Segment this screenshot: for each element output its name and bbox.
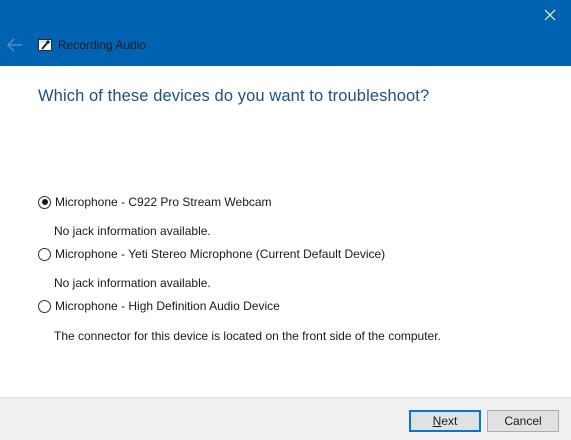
next-button-accesskey: N (432, 414, 442, 428)
troubleshooter-window: Recording Audio Which of these devices d… (0, 0, 571, 440)
window-title: Recording Audio (58, 38, 147, 52)
device-option-label: Microphone - Yeti Stereo Microphone (Cur… (55, 247, 386, 261)
device-option-description: No jack information available. (54, 276, 211, 290)
device-option-label: Microphone - High Definition Audio Devic… (55, 299, 280, 313)
close-icon (544, 9, 556, 21)
troubleshooter-app-icon (38, 37, 52, 53)
button-bar (0, 397, 571, 440)
back-arrow-icon (7, 38, 22, 52)
device-option-yeti[interactable]: Microphone - Yeti Stereo Microphone (Cur… (38, 246, 385, 262)
device-option-c922[interactable]: Microphone - C922 Pro Stream Webcam (38, 194, 272, 210)
radio-button-c922[interactable] (38, 195, 51, 209)
radio-button-yeti[interactable] (38, 247, 51, 261)
device-option-hd-audio[interactable]: Microphone - High Definition Audio Devic… (38, 298, 280, 314)
close-button[interactable] (533, 2, 567, 28)
next-button-label: ext (441, 414, 458, 428)
radio-button-hd-audio[interactable] (38, 299, 51, 313)
next-button[interactable]: Next (409, 410, 481, 432)
title-bar: Recording Audio (0, 0, 571, 66)
cancel-button[interactable]: Cancel (487, 410, 559, 432)
device-option-label: Microphone - C922 Pro Stream Webcam (55, 195, 272, 209)
page-heading: Which of these devices do you want to tr… (38, 87, 430, 105)
device-option-description: The connector for this device is located… (54, 329, 441, 343)
device-option-description: No jack information available. (54, 224, 211, 238)
back-button[interactable] (4, 34, 26, 56)
